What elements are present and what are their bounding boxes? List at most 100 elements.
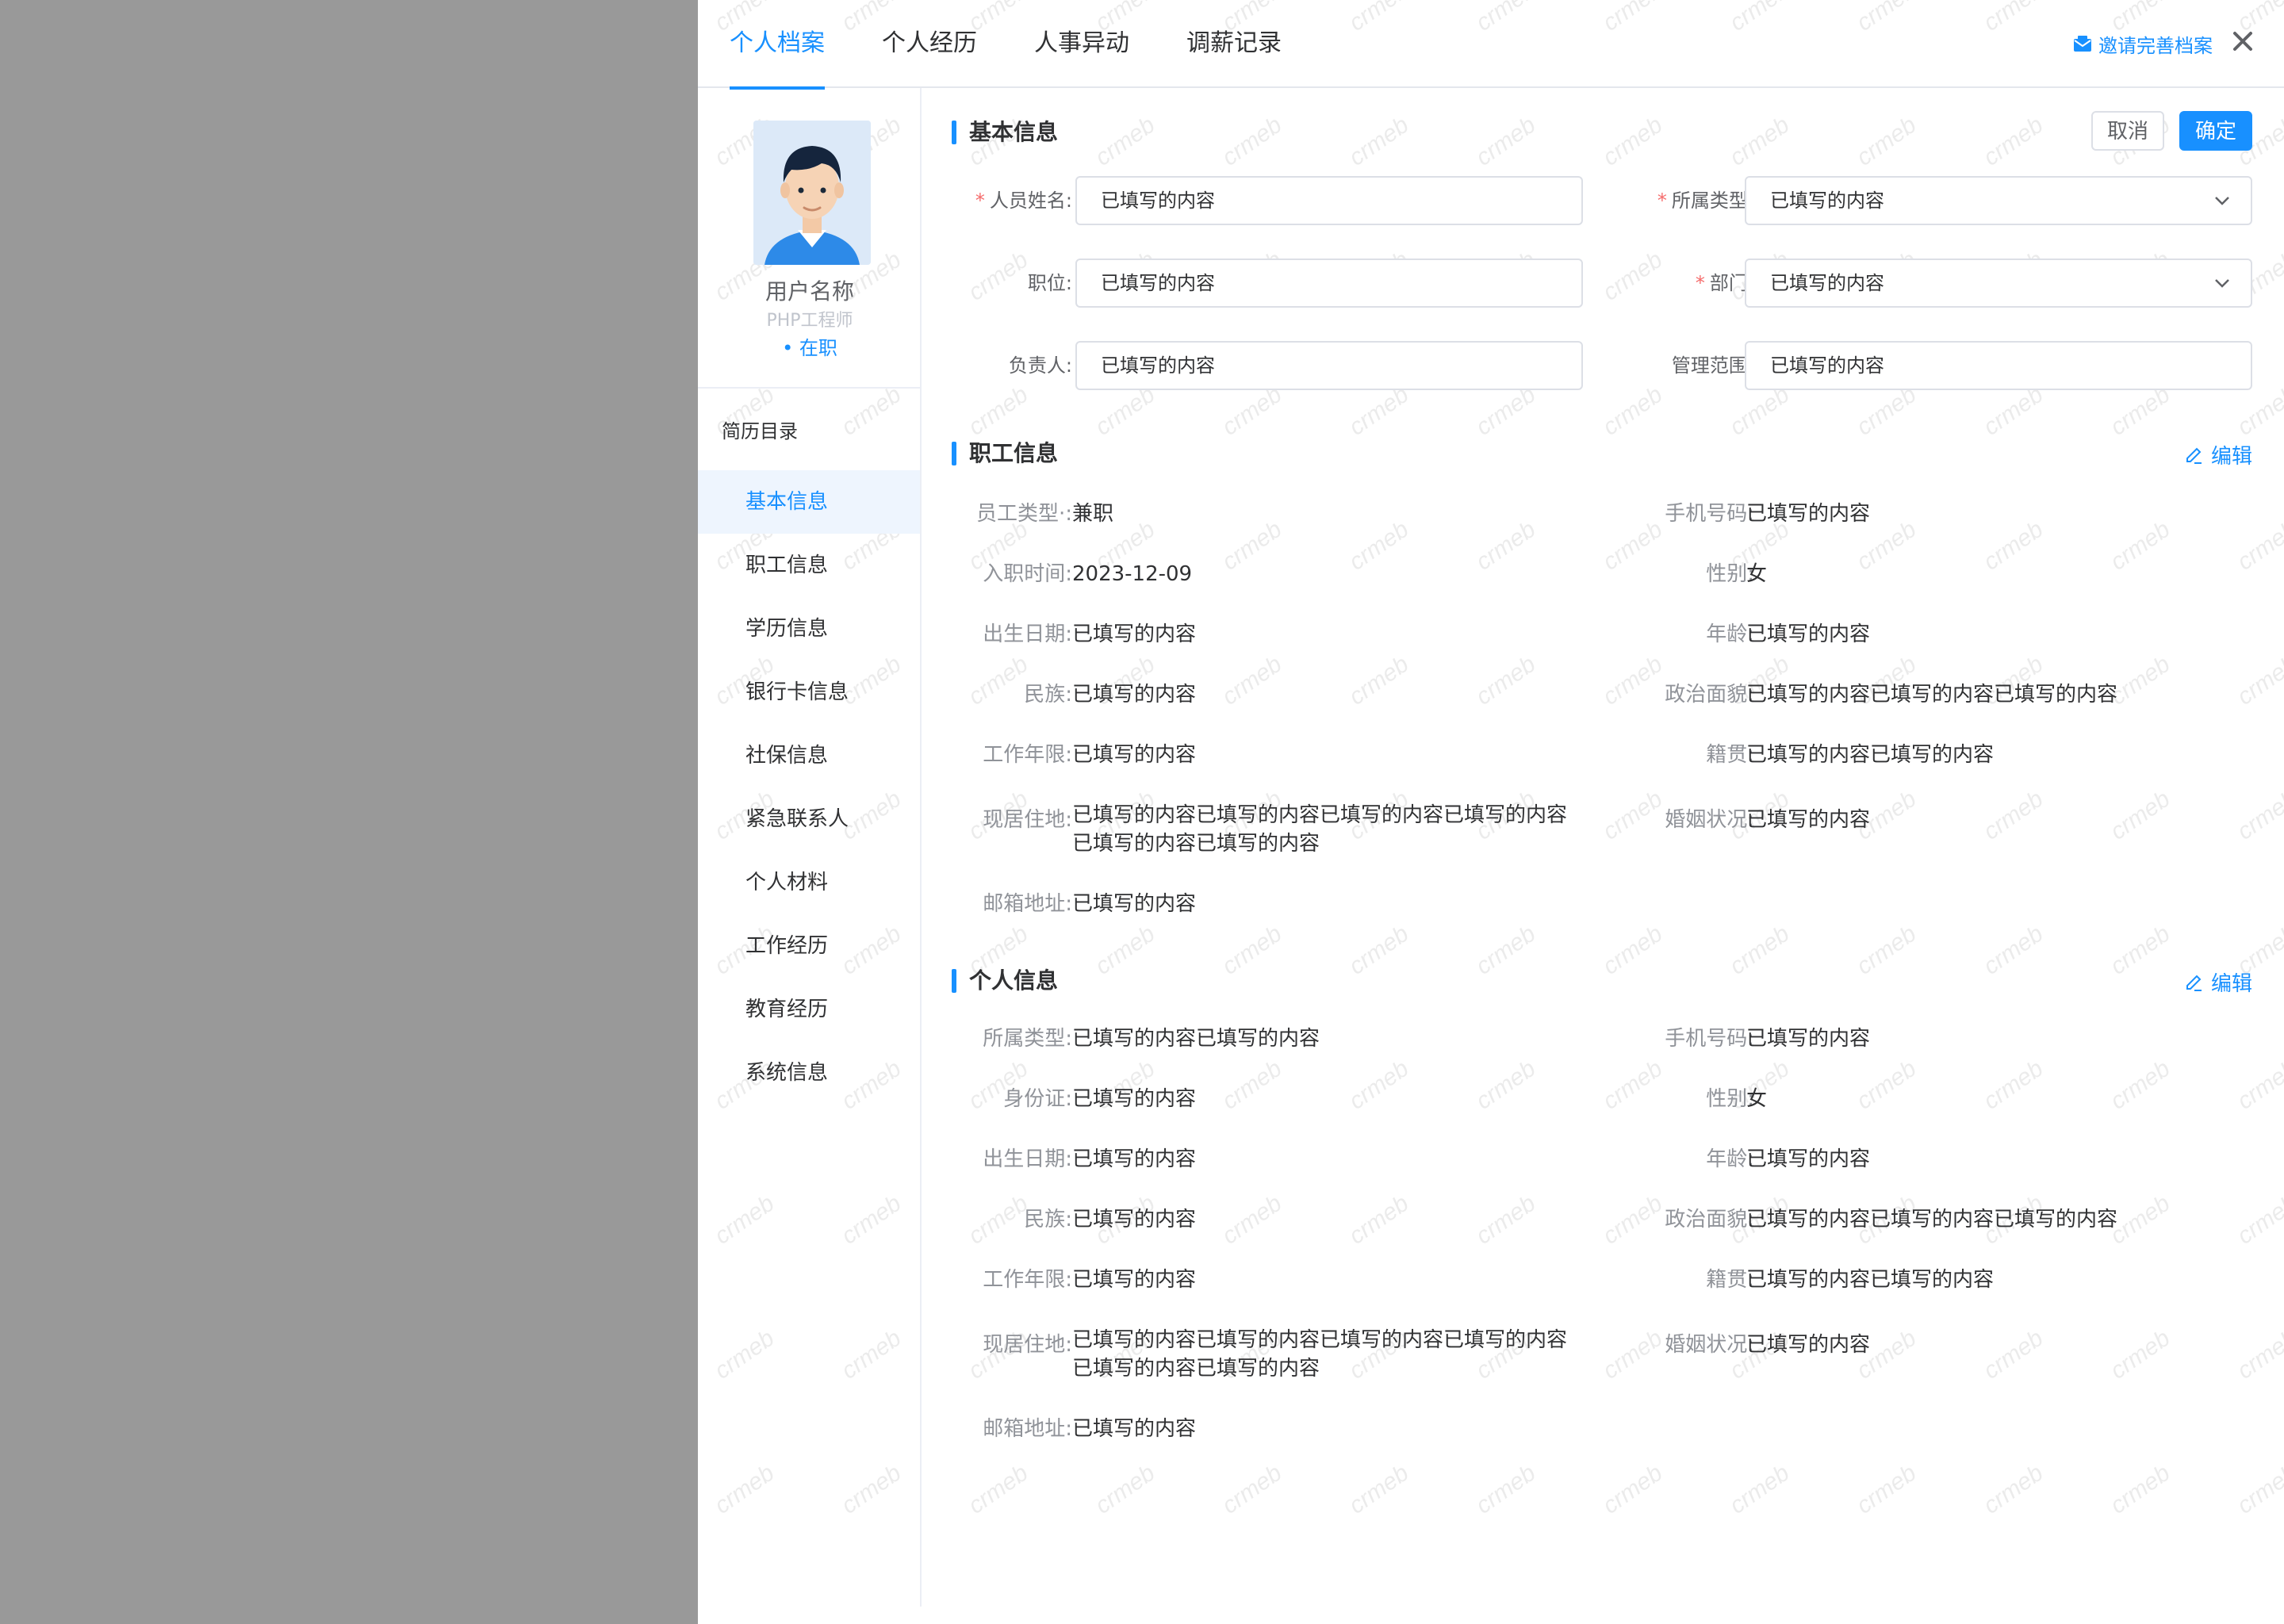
field-value: 已填写的内容 (1746, 808, 1871, 832)
modal-overlay[interactable] (0, 0, 698, 1624)
avatar (753, 121, 871, 265)
watermark-text: crmeb (1852, 381, 1921, 441)
type-label: * 所属类型: (1602, 176, 1754, 225)
watermark-text: crmeb (2106, 381, 2175, 441)
field-label: 手机号码: (1665, 1027, 1754, 1051)
watermark-text: crmeb (1979, 786, 2048, 845)
watermark-text: crmeb (2106, 516, 2175, 576)
field-label: 婚姻状况: (1665, 808, 1754, 832)
field-label: 邮箱地址: (983, 1417, 1072, 1441)
watermark-text: crmeb (1471, 1190, 1540, 1250)
position-input[interactable]: 已填写的内容 (1075, 259, 1583, 308)
watermark-text: crmeb (964, 1460, 1033, 1519)
toc-item-personal-materials[interactable]: 个人材料 (698, 851, 920, 914)
personal-edit-button[interactable]: 编辑 (2184, 967, 2252, 997)
chevron-down-icon (2215, 197, 2229, 205)
watermark-text: crmeb (2106, 1325, 2175, 1385)
tab-salary-records[interactable]: 调薪记录 (1186, 24, 1282, 88)
field-value: 已填写的内容 (1072, 743, 1197, 767)
watermark-text: crmeb (2232, 651, 2284, 710)
toc-item-basic-info[interactable]: 基本信息 (698, 470, 920, 534)
field-value: 已填写的内容 (1072, 1268, 1197, 1292)
divider (698, 387, 920, 389)
field-value: 已填写的内容已填写的内容 (1746, 743, 1995, 767)
toc-item-emergency-contact[interactable]: 紧急联系人 (698, 787, 920, 851)
watermark-text: crmeb (2106, 1055, 2175, 1115)
watermark-text: crmeb (2232, 1055, 2284, 1115)
toc-item-education-info[interactable]: 学历信息 (698, 597, 920, 661)
field-value: 已填写的内容 (1072, 1087, 1197, 1111)
watermark-text: crmeb (1344, 1190, 1413, 1250)
close-icon[interactable] (2228, 27, 2257, 56)
watermark-text: crmeb (1471, 921, 1540, 980)
field-label: 工作年限: (983, 1268, 1072, 1292)
watermark-text: crmeb (2232, 1460, 2284, 1519)
personal-edit-label: 编辑 (2210, 972, 2252, 996)
watermark-text: crmeb (1217, 921, 1286, 980)
field-value: 已填写的内容 (1072, 683, 1197, 707)
watermark-text: crmeb (1852, 921, 1921, 980)
invite-complete-file-link[interactable]: 邀请完善档案 (2073, 30, 2213, 58)
watermark-text: crmeb (1344, 1055, 1413, 1115)
tab-personal-file[interactable]: 个人档案 (730, 24, 825, 90)
watermark-text: crmeb (1598, 1460, 1667, 1519)
field-label: 邮箱地址: (983, 892, 1072, 916)
dept-select[interactable]: 已填写的内容 (1745, 259, 2252, 308)
leader-input[interactable]: 已填写的内容 (1075, 341, 1583, 390)
watermark-text: crmeb (1979, 921, 2048, 980)
watermark-text: crmeb (1979, 1460, 2048, 1519)
field-label: 年龄: (1706, 622, 1754, 646)
watermark-text: crmeb (1979, 1055, 2048, 1115)
status-badge: • 在职 (782, 337, 837, 359)
field-label: 政治面貌: (1665, 683, 1754, 707)
field-label: 出生日期: (983, 622, 1072, 646)
section-title-staff-info: 职工信息 (952, 440, 1058, 467)
field-label: 所属类型: (983, 1027, 1072, 1051)
toc-item-bank-card-info[interactable]: 银行卡信息 (698, 661, 920, 724)
watermark-text: crmeb (2232, 516, 2284, 576)
watermark-text: crmeb (1090, 921, 1159, 980)
type-select[interactable]: 已填写的内容 (1745, 176, 2252, 225)
field-value-line2: 已填写的内容已填写的内容 (1072, 1357, 1320, 1381)
watermark-text: crmeb (1344, 921, 1413, 980)
tab-personal-experience[interactable]: 个人经历 (882, 24, 977, 88)
watermark-text: crmeb (1598, 112, 1667, 171)
watermark-text: crmeb (1852, 1055, 1921, 1115)
field-label: 身份证: (1003, 1087, 1072, 1111)
field-value: 已填写的内容 (1072, 622, 1197, 646)
toc-item-staff-info[interactable]: 职工信息 (698, 534, 920, 597)
field-value: 2023-12-09 (1072, 562, 1193, 586)
position-label: 职位: (1027, 272, 1072, 294)
field-label: 婚姻状况: (1665, 1333, 1754, 1357)
field-value: 已填写的内容已填写的内容已填写的内容已填写的内容 (1072, 1328, 1568, 1352)
confirm-button[interactable]: 确定 (2179, 111, 2252, 151)
tab-personnel-changes[interactable]: 人事异动 (1034, 24, 1129, 88)
field-label: 年龄: (1706, 1147, 1754, 1171)
field-value-line2: 已填写的内容已填写的内容 (1072, 832, 1320, 856)
watermark-text: crmeb (1979, 516, 2048, 576)
watermark-text: crmeb (1471, 1055, 1540, 1115)
staff-edit-button[interactable]: 编辑 (2184, 440, 2252, 469)
watermark-text: crmeb (1979, 1325, 2048, 1385)
toc-item-education-experience[interactable]: 教育经历 (698, 978, 920, 1041)
watermark-text: crmeb (1471, 651, 1540, 710)
name-input[interactable]: 已填写的内容 (1075, 176, 1583, 225)
watermark-text: crmeb (1725, 112, 1794, 171)
avatar-illustration (753, 121, 871, 265)
toc-item-social-security-info[interactable]: 社保信息 (698, 724, 920, 787)
scope-input[interactable]: 已填写的内容 (1745, 341, 2252, 390)
watermark-text: crmeb (1090, 112, 1159, 171)
envelope-icon (2074, 35, 2091, 52)
field-value: 已填写的内容 (1072, 1147, 1197, 1171)
toc-item-work-experience[interactable]: 工作经历 (698, 914, 920, 978)
type-label-text: 所属类型: (1671, 190, 1754, 212)
field-value: 已填写的内容 (1746, 502, 1871, 526)
cancel-button[interactable]: 取消 (2091, 111, 2164, 151)
watermark-text: crmeb (1471, 516, 1540, 576)
watermark-text: crmeb (1852, 1460, 1921, 1519)
toc-item-system-info[interactable]: 系统信息 (698, 1041, 920, 1105)
watermark-text: crmeb (1471, 112, 1540, 171)
toc-title: 简历目录 (722, 420, 798, 442)
watermark-text: crmeb (1344, 112, 1413, 171)
field-value: 已填写的内容 (1072, 1417, 1197, 1441)
